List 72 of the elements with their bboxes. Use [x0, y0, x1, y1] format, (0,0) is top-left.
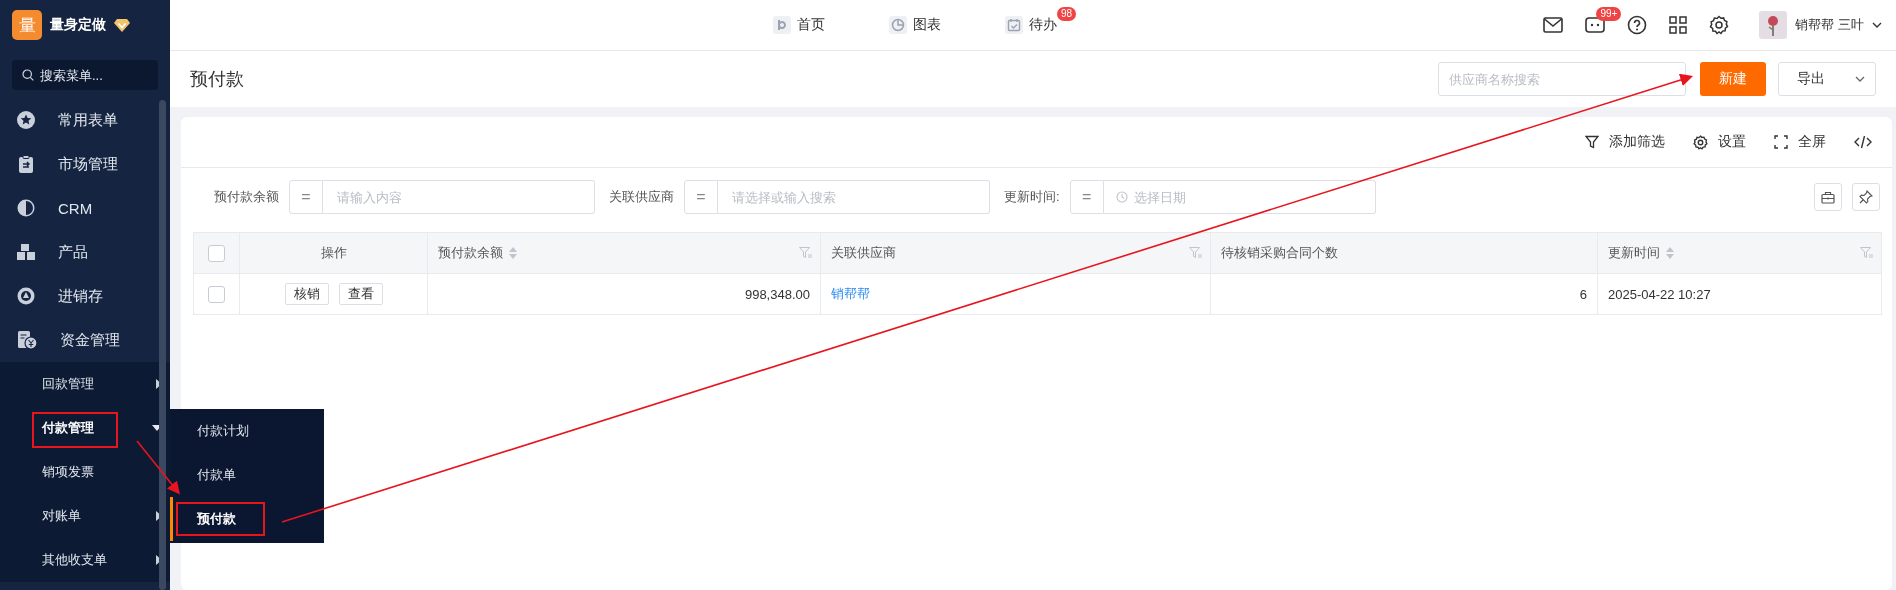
- select-all-checkbox[interactable]: [208, 244, 225, 262]
- menu-item[interactable]: 资金管理: [0, 318, 170, 362]
- diamond-icon: [114, 18, 130, 32]
- menu-item[interactable]: 常用表单: [0, 98, 170, 142]
- boxes-icon: [16, 242, 36, 262]
- supplier-search-field[interactable]: 供应商名称搜索: [1438, 62, 1686, 96]
- grid-icon[interactable]: [1669, 16, 1688, 34]
- scrollbar[interactable]: [159, 100, 166, 590]
- filter-field[interactable]: 选择日期: [1103, 180, 1376, 214]
- menu-item[interactable]: CRM: [0, 186, 170, 230]
- toolbox-button[interactable]: [1814, 183, 1842, 211]
- column-header[interactable]: 待核销采购合同个数: [1211, 233, 1598, 273]
- filter-label: 预付款余额: [214, 188, 279, 206]
- nav-tab[interactable]: 首页: [773, 16, 825, 34]
- flyout-menu-item[interactable]: 付款计划: [170, 409, 324, 453]
- row-checkbox[interactable]: [208, 285, 225, 303]
- flyout-menu-item[interactable]: 付款单: [170, 453, 324, 497]
- home-icon: [773, 16, 791, 34]
- menu-item[interactable]: 产品: [0, 230, 170, 274]
- table-cell: 2025-04-22 10:27: [1608, 286, 1711, 302]
- table-cell: 998,348.00: [744, 286, 810, 302]
- clock-icon: [1115, 191, 1128, 203]
- count-badge: 99+: [1596, 7, 1622, 21]
- filter-field[interactable]: 请输入内容: [323, 180, 595, 214]
- submenu-item[interactable]: 销项发票: [0, 450, 170, 494]
- fullscreen-icon: [1774, 135, 1788, 149]
- menu-item[interactable]: 进销存: [0, 274, 170, 318]
- mail-icon[interactable]: [1543, 17, 1564, 33]
- settings-icon: [1693, 134, 1708, 150]
- pin-icon: [1859, 190, 1873, 204]
- nav-tab[interactable]: 图表: [889, 16, 941, 34]
- filter-label: 更新时间:: [1004, 188, 1060, 206]
- filter-label: 关联供应商: [609, 188, 674, 206]
- flyout-menu-item[interactable]: 预付款: [170, 497, 324, 541]
- export-button[interactable]: 导出: [1778, 62, 1876, 96]
- column-header[interactable]: 关联供应商: [821, 233, 1211, 273]
- money-doc-icon: [16, 330, 38, 350]
- toolbar-button[interactable]: 设置: [1693, 133, 1746, 151]
- menu-search-field[interactable]: 搜索菜单...: [12, 60, 158, 90]
- column-header[interactable]: 操作: [240, 233, 428, 273]
- chat-icon[interactable]: [1585, 15, 1606, 35]
- pin-button[interactable]: [1852, 183, 1880, 211]
- calendar-icon: [1005, 16, 1023, 34]
- toolbar-button[interactable]: 全屏: [1774, 133, 1826, 151]
- row-action-button[interactable]: 查看: [338, 283, 383, 305]
- menu-item[interactable]: 市场管理: [0, 142, 170, 186]
- cycle-icon: [16, 286, 36, 306]
- table-cell: 6: [1579, 286, 1587, 302]
- filter-field[interactable]: 请选择或输入搜索: [718, 180, 990, 214]
- avatar-icon[interactable]: [1759, 11, 1788, 39]
- nav-tab[interactable]: 待办: [1005, 16, 1057, 34]
- help-icon[interactable]: [1627, 15, 1648, 35]
- search-icon: [22, 69, 34, 81]
- supplier-link[interactable]: 销帮帮: [831, 285, 870, 303]
- code-icon[interactable]: [1854, 135, 1872, 149]
- clipboard-icon: [16, 154, 36, 174]
- row-action-button[interactable]: 核销: [284, 283, 329, 305]
- chevron-down-icon: [1855, 76, 1865, 82]
- brand-logo: 量: [12, 10, 42, 40]
- filter-icon: [1585, 135, 1599, 149]
- chevron-down-icon[interactable]: [1872, 22, 1882, 28]
- user-name[interactable]: 销帮帮 三叶: [1795, 16, 1864, 34]
- arrow: [136, 440, 180, 495]
- pie-chart-icon: [889, 16, 907, 34]
- count-badge: 98: [1057, 7, 1077, 21]
- pie-icon: [16, 198, 36, 218]
- toolbar-button[interactable]: 添加筛选: [1585, 133, 1665, 151]
- toolbox-icon: [1821, 190, 1835, 204]
- settings-icon[interactable]: [1709, 15, 1730, 35]
- operator-select[interactable]: =: [1069, 180, 1104, 214]
- brand-name: 量身定做: [50, 16, 106, 34]
- page-title: 预付款: [190, 68, 244, 91]
